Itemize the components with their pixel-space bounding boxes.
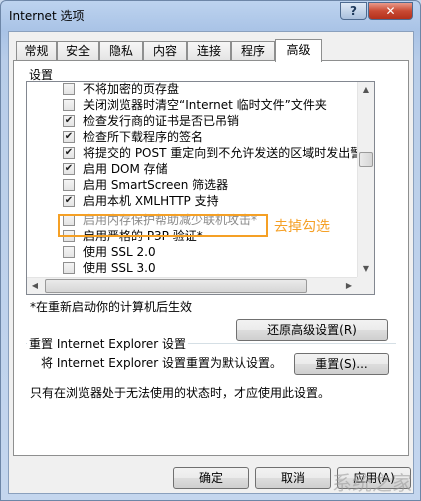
ok-button[interactable]: 确定 <box>173 467 249 489</box>
checkbox[interactable] <box>63 262 75 274</box>
reset-description: 将 Internet Explorer 设置重置为默认设置。 <box>41 356 283 370</box>
window-title: Internet 选项 <box>9 9 85 23</box>
scroll-right-icon[interactable]: ▶ <box>341 278 357 294</box>
restore-advanced-button[interactable]: 还原高级设置(R) <box>236 319 388 341</box>
list-item-label: 使用 SSL 2.0 <box>83 245 156 259</box>
tab-general[interactable]: 常规 <box>16 41 57 61</box>
tab-programs[interactable]: 程序 <box>231 41 275 61</box>
horizontal-scrollbar[interactable]: ◀ ▶ <box>27 277 357 294</box>
settings-list: 不将加密的页存盘 关闭浏览器时清空“Internet 临时文件”文件夹 ✔ 检查… <box>26 81 375 295</box>
list-item-label: 启用本机 XMLHTTP 支持 <box>83 194 219 208</box>
list-item-label: 检查所下载程序的签名 <box>83 130 204 144</box>
cancel-button[interactable]: 取消 <box>255 467 331 489</box>
tab-content[interactable]: 内容 <box>143 41 187 61</box>
annotation-highlight-box <box>58 214 268 237</box>
list-item-label: 将提交的 POST 重定向到不允许发送的区域时发出警 <box>83 146 357 160</box>
checkbox[interactable] <box>63 83 75 95</box>
list-item-label: 关闭浏览器时清空“Internet 临时文件”文件夹 <box>83 98 327 112</box>
annotation-label: 去掉勾选 <box>274 219 330 235</box>
scroll-thumb[interactable] <box>359 152 373 167</box>
checkbox[interactable]: ✔ <box>63 131 75 143</box>
list-item-label: 不将加密的页存盘 <box>83 82 180 96</box>
checkbox[interactable]: ✔ <box>63 195 75 207</box>
checkbox[interactable] <box>63 99 75 111</box>
tab-privacy[interactable]: 隐私 <box>99 41 143 61</box>
vertical-scrollbar[interactable]: ▲ ▼ <box>357 82 374 277</box>
list-item-label: 启用 DOM 存储 <box>83 162 168 176</box>
checkbox[interactable]: ✔ <box>63 115 75 127</box>
help-button[interactable]: ? <box>340 2 367 20</box>
tab-advanced[interactable]: 高级 <box>275 39 322 62</box>
watermark-logo: 系统之家 <box>332 471 412 495</box>
settings-list-items: 不将加密的页存盘 关闭浏览器时清空“Internet 临时文件”文件夹 ✔ 检查… <box>27 82 357 277</box>
scroll-down-icon[interactable]: ▼ <box>358 261 374 277</box>
scroll-up-icon[interactable]: ▲ <box>358 82 374 98</box>
checkbox[interactable]: ✔ <box>63 147 75 159</box>
reset-button[interactable]: 重置(S)... <box>294 353 389 375</box>
advanced-panel: 设置 不将加密的页存盘 关闭浏览器时清空“Internet 临时文件”文件夹 ✔… <box>13 60 409 456</box>
reset-hint: 只有在浏览器处于无法使用的状态时，才应使用此设置。 <box>30 386 331 400</box>
dialog-client-area: 常规 安全 隐私 内容 连接 程序 高级 设置 不将加密的页存盘 关闭浏览器时清… <box>8 31 414 494</box>
checkbox[interactable]: ✔ <box>63 163 75 175</box>
scroll-left-icon[interactable]: ◀ <box>27 278 43 294</box>
list-item-label: 检查发行商的证书是否已吊销 <box>83 114 240 128</box>
checkbox[interactable] <box>63 179 75 191</box>
restart-note: *在重新启动你的计算机后生效 <box>30 300 193 314</box>
reset-group-label: 重置 Internet Explorer 设置 <box>27 335 189 352</box>
checkbox[interactable] <box>63 246 75 258</box>
list-item-label: 启用 SmartScreen 筛选器 <box>83 178 229 192</box>
internet-options-window: Internet 选项 ? ✕ 常规 安全 隐私 内容 连接 程序 高级 设置 … <box>0 0 421 501</box>
tab-security[interactable]: 安全 <box>57 41 99 61</box>
list-item-label: 使用 SSL 3.0 <box>83 261 156 275</box>
close-button[interactable]: ✕ <box>368 2 413 20</box>
hscroll-thumb[interactable] <box>45 279 307 293</box>
scroll-corner <box>357 277 374 294</box>
tab-connections[interactable]: 连接 <box>187 41 231 61</box>
